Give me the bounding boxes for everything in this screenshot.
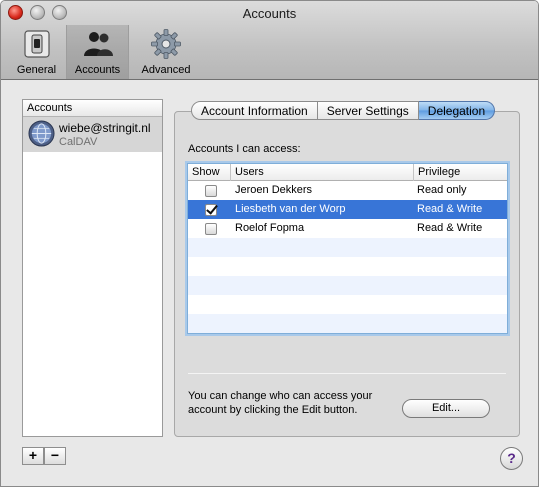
account-name: wiebe@stringit.nl (59, 121, 151, 135)
account-row[interactable]: wiebe@stringit.nl CalDAV (23, 117, 162, 152)
delegation-table[interactable]: Show Users Privilege Jeroen Dekkers Read… (187, 163, 508, 334)
accounts-list-header: Accounts (23, 100, 162, 117)
column-privilege[interactable]: Privilege (414, 164, 507, 181)
user-cell: Liesbeth van der Worp (235, 203, 346, 215)
column-show[interactable]: Show (188, 164, 231, 181)
window-title: Accounts (242, 6, 297, 21)
tab-server-settings[interactable]: Server Settings (317, 101, 419, 120)
people-icon (83, 32, 113, 56)
privilege-cell: Read & Write (417, 222, 483, 234)
accounts-list[interactable]: Accounts wiebe@stringit.nl CalDAV (22, 99, 163, 437)
globe-icon (28, 120, 55, 147)
table-row[interactable]: Jeroen Dekkers Read only (188, 181, 507, 200)
help-button[interactable]: ? (500, 447, 523, 470)
show-checkbox[interactable] (205, 204, 217, 216)
tab-account-information[interactable]: Account Information (191, 101, 318, 120)
title-bar: Accounts General Accounts Advanced (1, 1, 538, 80)
divider (188, 373, 506, 374)
remove-account-button[interactable]: − (44, 447, 66, 465)
edit-info-text: You can change who can access your accou… (188, 390, 373, 416)
toolbar-accounts-label: Accounts (74, 64, 121, 76)
toolbar-accounts[interactable]: Accounts (66, 25, 129, 79)
toolbar-general[interactable]: General (11, 25, 62, 79)
edit-button[interactable]: Edit... (402, 399, 490, 418)
toolbar-general-label: General (16, 64, 57, 76)
empty-row (188, 257, 507, 276)
tab-delegation[interactable]: Delegation (418, 101, 496, 120)
privilege-cell: Read only (417, 184, 467, 196)
empty-row (188, 238, 507, 257)
privilege-cell: Read & Write (417, 203, 483, 215)
table-row[interactable]: Liesbeth van der Worp Read & Write (188, 200, 507, 219)
show-checkbox[interactable] (205, 185, 217, 197)
section-label: Accounts I can access: (188, 143, 301, 155)
show-checkbox[interactable] (205, 223, 217, 235)
column-users[interactable]: Users (231, 164, 414, 181)
gear-icon (151, 29, 181, 59)
accounts-window: Accounts General Accounts Advanced Accou… (0, 0, 539, 487)
toolbar-advanced-label: Advanced (141, 64, 191, 76)
user-cell: Roelof Fopma (235, 222, 305, 234)
empty-row (188, 276, 507, 295)
account-type: CalDAV (59, 136, 98, 148)
add-account-button[interactable]: + (22, 447, 44, 465)
user-cell: Jeroen Dekkers (235, 184, 313, 196)
empty-row (188, 314, 507, 333)
table-header: Show Users Privilege (188, 164, 507, 181)
switch-icon (23, 30, 50, 58)
table-row[interactable]: Roelof Fopma Read & Write (188, 219, 507, 238)
tab-bar: Account Information Server Settings Dele… (191, 101, 496, 120)
empty-row (188, 295, 507, 314)
toolbar-advanced[interactable]: Advanced (135, 25, 197, 79)
